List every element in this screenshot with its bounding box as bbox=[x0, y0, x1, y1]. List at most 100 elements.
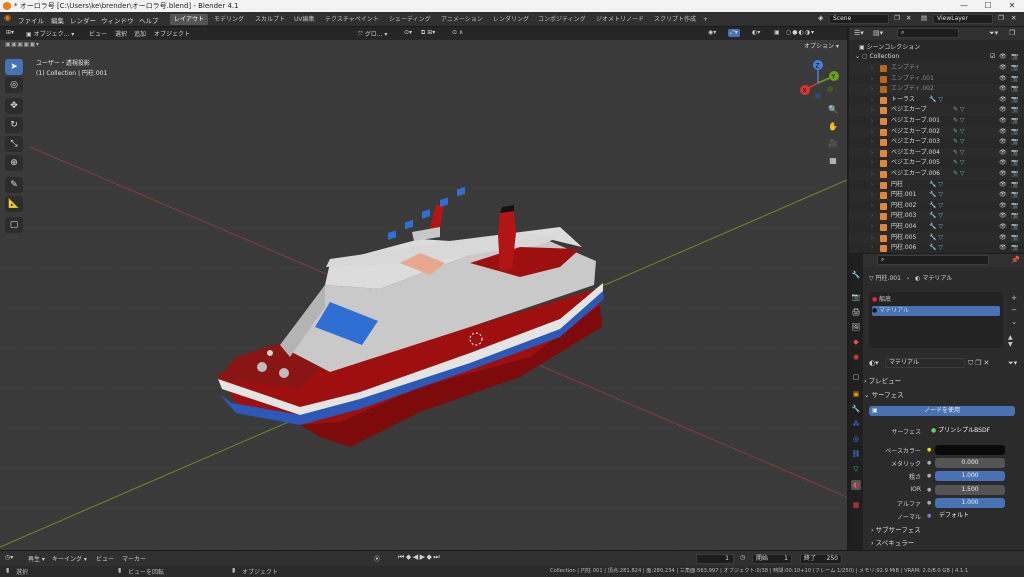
render-camera-icon[interactable]: 📷 bbox=[1011, 74, 1018, 85]
menu-file[interactable]: ファイル bbox=[18, 15, 44, 25]
editor-type-icon[interactable]: ⊞▾ bbox=[6, 29, 14, 36]
material-filter-icon[interactable]: ⏷▾ bbox=[1008, 359, 1017, 368]
marker-menu[interactable]: マーカー bbox=[122, 554, 146, 563]
duplicate-material-icon[interactable]: ❐ bbox=[975, 359, 983, 367]
selection-mode-icons[interactable]: ▣▣▣▣▣▾ bbox=[5, 41, 39, 48]
base-color-swatch[interactable] bbox=[935, 445, 1005, 455]
prev-key-icon[interactable]: ◆ bbox=[406, 553, 413, 561]
visibility-eye-icon[interactable]: 👁 bbox=[999, 148, 1007, 159]
ortho-grid-icon[interactable]: ▦ bbox=[826, 154, 840, 168]
add-slot-button[interactable]: + bbox=[1008, 292, 1020, 304]
outliner-item[interactable]: › ベジエカーブ ✎ ▽ 👁 📷 bbox=[849, 105, 1024, 116]
add-cube-tool-icon[interactable]: ▢ bbox=[5, 217, 23, 233]
tab-geometry-nodes[interactable]: ジオメトリノード bbox=[592, 14, 648, 25]
ior-field[interactable]: 1.500 bbox=[935, 485, 1005, 495]
close-button[interactable]: ✕ bbox=[1000, 0, 1024, 12]
material-tab-icon[interactable]: ◐ bbox=[851, 480, 861, 490]
properties-search-input[interactable]: ⌕ bbox=[877, 255, 989, 265]
modifier-data-icon[interactable]: 🔧 ▽ bbox=[929, 201, 943, 212]
render-camera-icon[interactable]: 📷 bbox=[1011, 137, 1018, 148]
outliner-item[interactable]: › エンプティ.002 👁 📷 bbox=[849, 84, 1024, 95]
outliner-item[interactable]: › エンプティ 👁 📷 bbox=[849, 63, 1024, 74]
3d-viewport[interactable]: Z Y X ⊞▾ ▣ オブジェク... ▾ ビュー 選択 追加 オブジェクト ⤧… bbox=[0, 27, 847, 550]
alpha-slider[interactable]: 1.000 bbox=[935, 498, 1005, 508]
constraints-tab-icon[interactable]: ⛓ bbox=[851, 449, 861, 459]
expand-arrow-icon[interactable]: › bbox=[871, 84, 873, 95]
outliner-item[interactable]: › 円柱 🔧 ▽ 👁 📷 bbox=[849, 180, 1024, 191]
visibility-eye-icon[interactable]: 👁 bbox=[999, 74, 1007, 85]
outliner-item[interactable]: › 円柱.005 🔧 ▽ 👁 📷 bbox=[849, 232, 1024, 244]
expand-arrow-icon[interactable]: › bbox=[871, 169, 873, 180]
render-camera-icon[interactable]: 📷 bbox=[1011, 158, 1018, 169]
modifier-data-icon[interactable]: ✎ ▽ bbox=[953, 158, 965, 169]
minimize-button[interactable]: — bbox=[952, 0, 976, 12]
render-camera-icon[interactable]: 📷 bbox=[1011, 84, 1018, 95]
material-browse-icon[interactable]: ◐▾ bbox=[869, 359, 879, 367]
select-box-tool-icon[interactable]: ➤ bbox=[5, 59, 23, 75]
rotate-tool-icon[interactable]: ↻ bbox=[5, 117, 23, 133]
surface-shader-select[interactable]: ● プリンシプルBSDF bbox=[927, 426, 1005, 436]
end-frame-field[interactable]: 終了 250 bbox=[800, 554, 842, 564]
modifier-data-icon[interactable]: ✎ ▽ bbox=[953, 169, 965, 180]
modifier-data-icon[interactable]: 🔧 ▽ bbox=[929, 211, 943, 222]
scene-field[interactable]: Scene bbox=[829, 14, 889, 24]
tab-layout[interactable]: レイアウト bbox=[170, 14, 209, 25]
shading-mode-icons[interactable]: ○●◐◑▾ bbox=[786, 29, 815, 36]
zoom-icon[interactable]: 🔍 bbox=[826, 103, 840, 117]
play-reverse-icon[interactable]: ◀ bbox=[413, 553, 420, 561]
collection-tab-icon[interactable]: ▢ bbox=[851, 372, 861, 382]
scale-tool-icon[interactable]: ⤡ bbox=[5, 136, 23, 152]
visibility-eye-icon[interactable]: 👁 bbox=[999, 137, 1007, 148]
copy-view-layer-icon[interactable]: ❐ bbox=[998, 14, 1004, 22]
modifiers-tab-icon[interactable]: 🔧 bbox=[851, 404, 861, 414]
move-tool-icon[interactable]: ✥ bbox=[5, 98, 23, 114]
render-camera-icon[interactable]: 📷 bbox=[1011, 127, 1018, 138]
preview-range-clock-icon[interactable]: ◷ bbox=[740, 554, 745, 561]
unlink-material-icon[interactable]: ✕ bbox=[984, 359, 992, 367]
slot-side-buttons[interactable]: + − ⌄ bbox=[1008, 292, 1020, 328]
modifier-data-icon[interactable]: 🔧 ▽ bbox=[929, 222, 943, 233]
menu-select[interactable]: 選択 bbox=[115, 29, 127, 38]
material-name-field[interactable]: マテリアル bbox=[885, 358, 965, 368]
expand-arrow-icon[interactable]: › bbox=[871, 190, 873, 201]
outliner-item[interactable]: › ベジエカーブ.003 ✎ ▽ 👁 📷 bbox=[849, 137, 1024, 148]
cursor-tool-icon[interactable]: ◎ bbox=[5, 77, 23, 93]
transform-tool-icon[interactable]: ⊕ bbox=[5, 155, 23, 171]
playback-menu[interactable]: 再生 ▾ bbox=[28, 554, 45, 563]
render-camera-icon[interactable]: 📷 bbox=[1011, 105, 1018, 116]
visibility-eye-icon[interactable]: 👁 bbox=[999, 63, 1007, 74]
filter-icon[interactable]: ⏷▾ bbox=[989, 29, 998, 38]
use-nodes-button[interactable]: ▣ ノードを使用 bbox=[869, 406, 1015, 416]
xray-icon[interactable]: ▣ bbox=[774, 29, 780, 36]
texture-tab-icon[interactable]: ▦ bbox=[851, 500, 861, 510]
view-layer-tab-icon[interactable]: 🖼 bbox=[851, 322, 861, 332]
outliner-item[interactable]: › 円柱.006 🔧 ▽ 👁 📷 bbox=[849, 243, 1024, 254]
menu-object[interactable]: オブジェクト bbox=[154, 29, 190, 38]
tab-texture-paint[interactable]: テクスチャペイント bbox=[321, 14, 383, 25]
specular-panel-header[interactable]: › スペキュラー bbox=[871, 537, 1024, 549]
expand-arrow-icon[interactable]: › bbox=[871, 233, 873, 244]
material-actions[interactable]: ⛉❐✕ bbox=[968, 359, 991, 368]
expand-arrow-icon[interactable]: › bbox=[871, 127, 873, 138]
expand-arrow-icon[interactable]: › bbox=[871, 63, 873, 74]
expand-arrow-icon[interactable]: › bbox=[871, 137, 873, 148]
modifier-data-icon[interactable]: 🔧 ▽ bbox=[929, 190, 943, 201]
outliner-item[interactable]: › トーラス 🔧 ▽ 👁 📷 bbox=[849, 95, 1024, 106]
scene-collection-row[interactable]: ▣ シーンコレクション bbox=[859, 42, 920, 51]
material-slot-item-active[interactable]: ● マテリアル bbox=[872, 306, 1000, 316]
menu-render[interactable]: レンダー bbox=[70, 15, 96, 25]
visibility-eye-icon[interactable]: 👁 bbox=[999, 211, 1007, 222]
playback-controls[interactable]: ⏮◆◀▶◆⏭ bbox=[398, 553, 441, 562]
menu-add[interactable]: 追加 bbox=[134, 29, 146, 38]
jump-start-icon[interactable]: ⏮ bbox=[398, 553, 406, 561]
outliner-item[interactable]: › ベジエカーブ.001 ✎ ▽ 👁 📷 bbox=[849, 116, 1024, 127]
expand-arrow-icon[interactable]: › bbox=[871, 180, 873, 191]
visibility-eye-icon[interactable]: 👁 bbox=[999, 243, 1007, 254]
slot-move-arrows[interactable]: ▲ ▼ bbox=[1008, 334, 1013, 348]
collection-render-icon[interactable]: 📷 bbox=[1011, 53, 1018, 60]
tool-tab-icon[interactable]: 🔧 bbox=[851, 270, 861, 280]
expand-arrow-icon[interactable]: › bbox=[871, 74, 873, 85]
object-tab-icon[interactable]: ▣ bbox=[851, 389, 861, 399]
pivot-icon[interactable]: ⊙▾ bbox=[404, 29, 412, 36]
visibility-eye-icon[interactable]: 👁 bbox=[999, 180, 1007, 191]
